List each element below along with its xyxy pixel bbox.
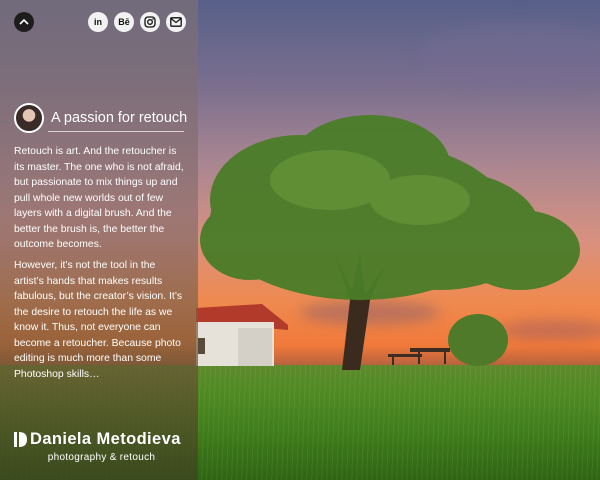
heading-divider xyxy=(48,131,184,132)
behance-icon: Bē xyxy=(118,17,130,27)
behance-button[interactable]: Bē xyxy=(114,12,134,32)
intro-paragraph-1: Retouch is art. And the retoucher is its… xyxy=(14,146,184,250)
instagram-icon xyxy=(144,16,156,28)
brand-logo[interactable]: Daniela Metodieva photography & retouch xyxy=(14,430,189,463)
brand-name: Daniela Metodieva xyxy=(30,430,181,448)
intro-paragraph-2: However, it’s not the tool in the artist… xyxy=(14,260,183,380)
section-title: A passion for retouch xyxy=(51,110,188,126)
section-heading: A passion for retouch xyxy=(14,103,188,133)
linkedin-button[interactable]: in xyxy=(88,12,108,32)
scroll-up-button[interactable] xyxy=(14,12,34,32)
brand-tagline: photography & retouch xyxy=(47,452,156,463)
mail-button[interactable] xyxy=(166,12,186,32)
chevron-up-icon xyxy=(19,18,29,25)
social-links: in Bē xyxy=(88,12,186,32)
brand-name-row: Daniela Metodieva xyxy=(14,430,189,449)
brand-mark-icon xyxy=(14,432,27,447)
mail-icon xyxy=(170,17,182,27)
instagram-button[interactable] xyxy=(140,12,160,32)
linkedin-icon: in xyxy=(94,17,102,27)
sidebar-panel: in Bē A passion for retouch Retouch is a… xyxy=(0,0,198,480)
avatar xyxy=(14,103,44,133)
